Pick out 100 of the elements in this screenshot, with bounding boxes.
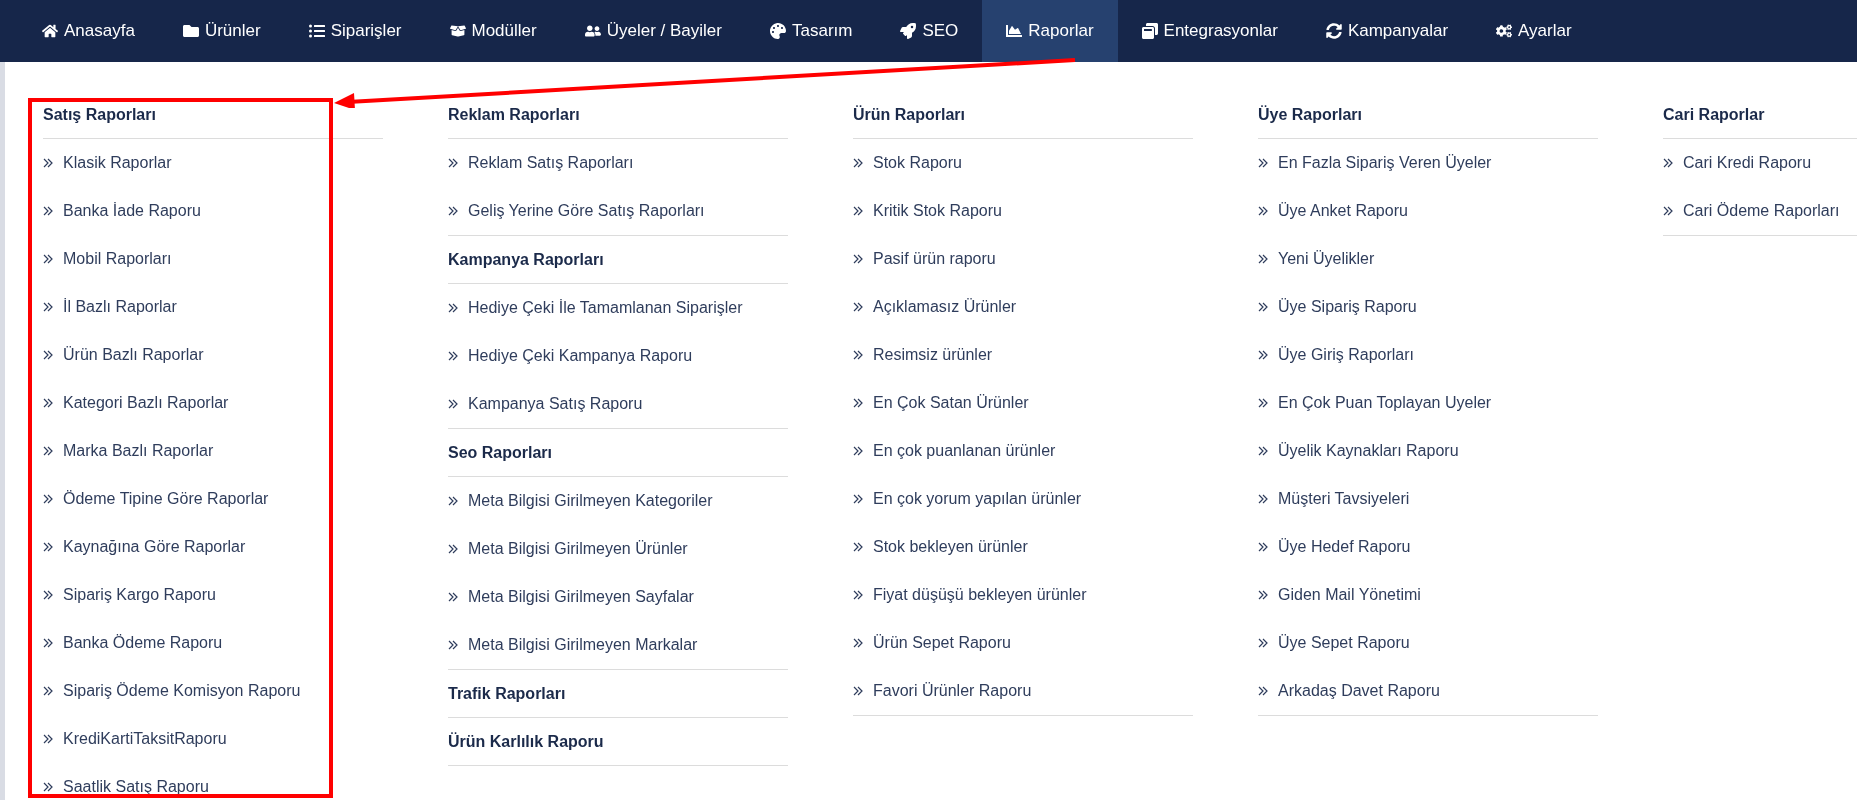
- double-chevron-icon: [1258, 302, 1268, 312]
- report-link[interactable]: Meta Bilgisi Girilmeyen Ürünler: [448, 525, 788, 573]
- report-link[interactable]: En Çok Satan Ürünler: [853, 379, 1193, 427]
- report-link[interactable]: Ürün Sepet Raporu: [853, 619, 1193, 667]
- list-icon: [308, 23, 325, 39]
- double-chevron-icon: [1258, 638, 1268, 648]
- report-link[interactable]: Kritik Stok Raporu: [853, 187, 1193, 235]
- double-chevron-icon: [1258, 158, 1268, 168]
- home-icon: [42, 23, 58, 39]
- nav-tab[interactable]: Ayarlar: [1472, 0, 1596, 62]
- section-heading: Trafik Raporları: [448, 670, 788, 718]
- double-chevron-icon: [448, 544, 458, 554]
- report-link[interactable]: Sipariş Kargo Raporu: [43, 571, 383, 619]
- double-chevron-icon: [43, 494, 53, 504]
- double-chevron-icon: [1258, 494, 1268, 504]
- report-link[interactable]: En Fazla Sipariş Veren Üyeler: [1258, 139, 1598, 187]
- nav-tab[interactable]: Anasayfa: [18, 0, 159, 62]
- windows-icon: [1141, 23, 1158, 39]
- nav-tab[interactable]: Ürünler: [158, 0, 285, 62]
- nav-tab[interactable]: Kampanyalar: [1301, 0, 1473, 62]
- nav-tab[interactable]: Üyeler / Bayiler: [560, 0, 746, 62]
- report-link[interactable]: Meta Bilgisi Girilmeyen Markalar: [448, 621, 788, 669]
- report-link[interactable]: Giden Mail Yönetimi: [1258, 571, 1598, 619]
- report-link[interactable]: Geliş Yerine Göre Satış Raporları: [448, 187, 788, 235]
- report-link[interactable]: Mobil Raporları: [43, 235, 383, 283]
- palette-icon: [769, 23, 786, 39]
- double-chevron-icon: [1258, 206, 1268, 216]
- double-chevron-icon: [43, 254, 53, 264]
- double-chevron-icon: [448, 399, 458, 409]
- section-heading: Ürün Raporları: [853, 91, 1193, 139]
- report-link[interactable]: Kampanya Satış Raporu: [448, 380, 788, 428]
- report-link[interactable]: Resimsiz ürünler: [853, 331, 1193, 379]
- double-chevron-icon: [43, 542, 53, 552]
- folder-icon: [182, 23, 199, 39]
- rocket-icon: [900, 23, 917, 39]
- report-link[interactable]: Meta Bilgisi Girilmeyen Sayfalar: [448, 573, 788, 621]
- double-chevron-icon: [43, 446, 53, 456]
- double-chevron-icon: [43, 206, 53, 216]
- report-link[interactable]: Arkadaş Davet Raporu: [1258, 667, 1598, 715]
- double-chevron-icon: [448, 303, 458, 313]
- report-link[interactable]: En Çok Puan Toplayan Uyeler: [1258, 379, 1598, 427]
- double-chevron-icon: [853, 638, 863, 648]
- double-chevron-icon: [1258, 398, 1268, 408]
- double-chevron-icon: [1663, 206, 1673, 216]
- report-link[interactable]: Cari Ödeme Raporları: [1663, 187, 1857, 235]
- report-link[interactable]: Kaynağına Göre Raporlar: [43, 523, 383, 571]
- report-link[interactable]: Meta Bilgisi Girilmeyen Kategoriler: [448, 477, 788, 525]
- report-link[interactable]: Üye Anket Raporu: [1258, 187, 1598, 235]
- report-link[interactable]: Fiyat düşüşü bekleyen ürünler: [853, 571, 1193, 619]
- report-link[interactable]: Ürün Bazlı Raporlar: [43, 331, 383, 379]
- gears-icon: [1496, 23, 1513, 39]
- report-link[interactable]: Klasik Raporlar: [43, 139, 383, 187]
- report-link[interactable]: Müşteri Tavsiyeleri: [1258, 475, 1598, 523]
- report-link[interactable]: Ödeme Tipine Göre Raporlar: [43, 475, 383, 523]
- report-link[interactable]: Hediye Çeki İle Tamamlanan Siparişler: [448, 284, 788, 332]
- report-link[interactable]: En çok yorum yapılan ürünler: [853, 475, 1193, 523]
- report-link[interactable]: Sipariş Ödeme Komisyon Raporu: [43, 667, 383, 715]
- nav-tab[interactable]: Raporlar: [982, 0, 1118, 62]
- report-link[interactable]: Kategori Bazlı Raporlar: [43, 379, 383, 427]
- report-link[interactable]: Banka Ödeme Raporu: [43, 619, 383, 667]
- double-chevron-icon: [43, 158, 53, 168]
- report-link[interactable]: İl Bazlı Raporlar: [43, 283, 383, 331]
- report-link[interactable]: Saatlik Satış Raporu: [43, 763, 383, 800]
- report-link[interactable]: Reklam Satış Raporları: [448, 139, 788, 187]
- report-link[interactable]: Banka İade Raporu: [43, 187, 383, 235]
- report-link[interactable]: Cari Kredi Raporu: [1663, 139, 1857, 187]
- report-link[interactable]: Stok Raporu: [853, 139, 1193, 187]
- double-chevron-icon: [43, 350, 53, 360]
- double-chevron-icon: [43, 686, 53, 696]
- nav-tab[interactable]: Siparişler: [284, 0, 426, 62]
- report-link[interactable]: Üye Hedef Raporu: [1258, 523, 1598, 571]
- double-chevron-icon: [853, 158, 863, 168]
- report-link[interactable]: Üyelik Kaynakları Raporu: [1258, 427, 1598, 475]
- double-chevron-icon: [43, 638, 53, 648]
- report-link[interactable]: Marka Bazlı Raporlar: [43, 427, 383, 475]
- report-link[interactable]: Hediye Çeki Kampanya Raporu: [448, 332, 788, 380]
- report-link[interactable]: En çok puanlanan ürünler: [853, 427, 1193, 475]
- report-link[interactable]: Açıklamasız Ürünler: [853, 283, 1193, 331]
- report-link[interactable]: Üye Giriş Raporları: [1258, 331, 1598, 379]
- nav-tab[interactable]: Tasarım: [745, 0, 877, 62]
- nav-tab[interactable]: SEO: [876, 0, 983, 62]
- section-heading: Kampanya Raporları: [448, 236, 788, 284]
- section-heading: Reklam Raporları: [448, 91, 788, 139]
- section-heading: Seo Raporları: [448, 429, 788, 477]
- report-link[interactable]: Favori Ürünler Raporu: [853, 667, 1193, 715]
- double-chevron-icon: [448, 496, 458, 506]
- report-link[interactable]: Pasif ürün raporu: [853, 235, 1193, 283]
- users-icon: [584, 23, 601, 39]
- double-chevron-icon: [1258, 350, 1268, 360]
- nav-tab[interactable]: Modüller: [425, 0, 561, 62]
- report-link[interactable]: Stok bekleyen ürünler: [853, 523, 1193, 571]
- report-link[interactable]: KrediKartiTaksitRaporu: [43, 715, 383, 763]
- section-heading: Ürün Karlılık Raporu: [448, 718, 788, 766]
- double-chevron-icon: [853, 494, 863, 504]
- section-heading: Cari Raporlar: [1663, 91, 1857, 139]
- report-link[interactable]: Üye Sipariş Raporu: [1258, 283, 1598, 331]
- report-link[interactable]: Üye Sepet Raporu: [1258, 619, 1598, 667]
- report-link[interactable]: Yeni Üyelikler: [1258, 235, 1598, 283]
- nav-tab[interactable]: Entegrasyonlar: [1117, 0, 1302, 62]
- double-chevron-icon: [1258, 542, 1268, 552]
